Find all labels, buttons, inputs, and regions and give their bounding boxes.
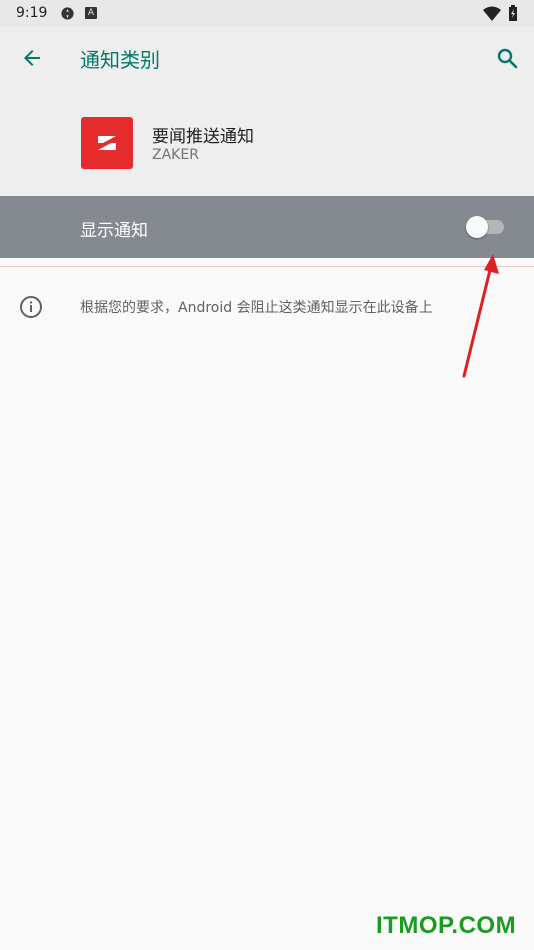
show-notifications-row[interactable]: 显示通知	[0, 196, 534, 258]
blocked-info-text: 根据您的要求，Android 会阻止这类通知显示在此设备上	[80, 300, 433, 316]
show-notifications-switch[interactable]	[466, 216, 506, 238]
watermark-text: ITMOP.COM	[376, 912, 517, 939]
info-icon	[20, 296, 42, 318]
page-title: 通知类别	[80, 48, 160, 72]
annotation-arrow-icon	[462, 254, 499, 378]
wifi-icon	[483, 6, 501, 21]
search-icon[interactable]	[495, 46, 519, 70]
battery-charging-icon	[509, 5, 517, 21]
show-notifications-label: 显示通知	[80, 221, 148, 241]
status-time: 9:19	[16, 5, 48, 21]
channel-header: 要闻推送通知 ZAKER	[0, 89, 534, 196]
divider	[0, 266, 534, 267]
settings-gear-icon	[61, 7, 74, 20]
zaker-logo-icon	[81, 117, 133, 169]
app-name: ZAKER	[152, 147, 199, 163]
app-bar: 通知类别	[0, 27, 534, 89]
switch-thumb	[466, 216, 488, 238]
a-badge-icon: A	[85, 7, 97, 19]
arrow-left-icon[interactable]	[20, 46, 44, 70]
channel-name: 要闻推送通知	[152, 127, 254, 147]
status-bar: 9:19 A	[0, 0, 534, 27]
